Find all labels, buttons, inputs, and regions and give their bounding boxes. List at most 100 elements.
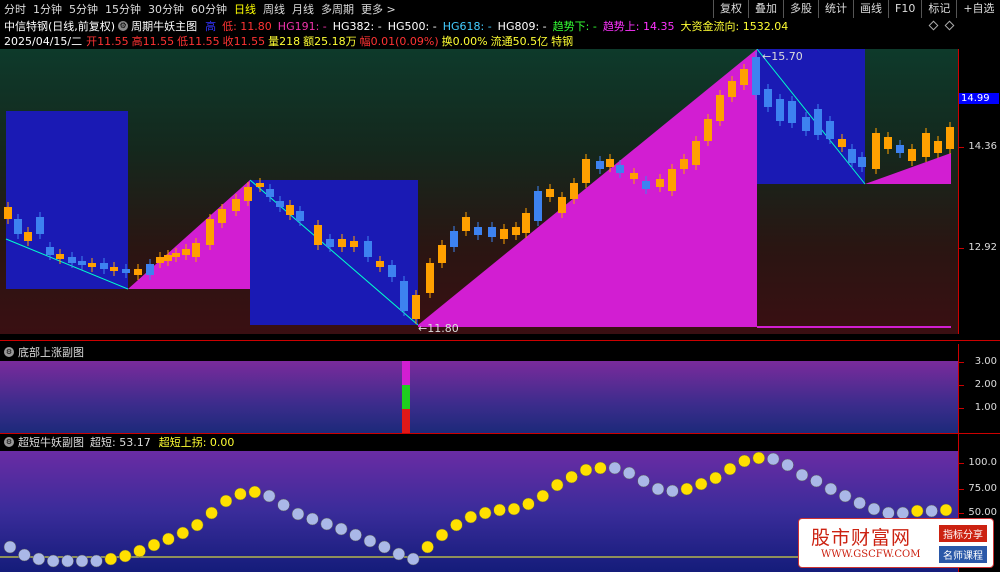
settings-icon[interactable]: ⚙ <box>4 437 14 447</box>
candle <box>596 161 604 169</box>
candle <box>642 181 650 189</box>
smiley-icon <box>18 548 31 562</box>
watermark-title: 股市财富网 <box>811 527 912 549</box>
candle <box>728 81 736 97</box>
smiley-icon <box>363 534 377 548</box>
trough-label: ←11.80 <box>418 322 459 334</box>
period-tab[interactable]: 分时 <box>4 1 26 17</box>
candle <box>764 89 772 107</box>
period-tab[interactable]: 30分钟 <box>148 1 184 17</box>
smiley-icon <box>536 489 550 503</box>
candle <box>740 69 748 85</box>
right-toolbar: 复权叠加多股统计画线F10标记+自选返回 <box>713 0 1000 18</box>
period-tab[interactable]: 60分钟 <box>191 1 227 17</box>
hg618: HG618: - <box>442 19 492 33</box>
kline-chart[interactable]: ←15.70 ←11.80 <box>0 49 958 334</box>
signal-bar <box>402 409 410 433</box>
smiley-icon <box>133 544 146 558</box>
smiley-icon <box>334 522 348 536</box>
sub2-title[interactable]: 超短牛妖副图 <box>18 434 84 450</box>
smiley-icon <box>464 510 478 524</box>
period-tab[interactable]: 月线 <box>292 1 314 17</box>
smiley-icon <box>738 454 751 468</box>
smiley-icon <box>651 482 665 496</box>
toolbar-button[interactable]: 叠加 <box>748 0 783 18</box>
watermark-tag: 指标分享 <box>939 525 987 542</box>
candle <box>68 257 76 263</box>
settings-icon[interactable]: ⚙ <box>118 21 129 31</box>
toolbar-button[interactable]: F10 <box>888 0 921 18</box>
smiley-icon <box>853 496 866 510</box>
candle <box>922 133 930 157</box>
candle <box>474 227 482 235</box>
quote-name: 特钢 <box>551 35 574 48</box>
watermark-url: WWW.GSCFW.COM <box>821 549 921 560</box>
smiley-icon <box>262 489 276 503</box>
smiley-icon <box>162 532 175 546</box>
candle <box>256 183 264 187</box>
period-tab[interactable]: 15分钟 <box>105 1 141 17</box>
trend-up: 趋势上: 14.35 <box>602 20 675 33</box>
smiley-icon <box>666 484 679 498</box>
quote-turnover: 换0.00% <box>441 35 488 48</box>
candle <box>848 149 856 163</box>
candle <box>752 57 760 95</box>
candle <box>534 191 542 221</box>
smiley-icon <box>3 540 17 554</box>
toolbar-button[interactable]: 统计 <box>818 0 853 18</box>
candle <box>668 169 676 191</box>
axis-label: 3.00 <box>974 356 997 367</box>
sub2-short: 超短: 53.17 <box>90 436 151 449</box>
settings-icon[interactable]: ⚙ <box>4 347 14 357</box>
candle <box>776 99 784 121</box>
period-tab[interactable]: 日线 <box>234 1 256 17</box>
toolbar-button[interactable]: 复权 <box>713 0 748 18</box>
smiley-icon <box>147 538 161 552</box>
period-tab[interactable]: 多周期 <box>321 1 354 17</box>
axis-label: 100.0 <box>968 457 997 468</box>
candle <box>172 253 180 257</box>
smiley-icon <box>90 554 103 568</box>
hg500: HG500: - <box>387 19 437 33</box>
toolbar-button[interactable]: +自选 <box>956 0 1000 18</box>
candle <box>814 109 822 135</box>
candle <box>630 173 638 179</box>
trend-down: 趋势下: - <box>552 20 597 33</box>
candle <box>276 201 284 207</box>
period-tab[interactable]: 周线 <box>263 1 285 17</box>
main-kline-pane[interactable]: ←15.70 ←11.80 <box>0 49 958 334</box>
hg809: HG809: - <box>497 19 547 33</box>
period-tab[interactable]: 1分钟 <box>33 1 62 17</box>
quote-float: 流通50.5亿 <box>490 35 549 48</box>
candle <box>182 249 190 255</box>
indicator-name[interactable]: 周期牛妖主图 <box>131 18 197 34</box>
smiley-icon <box>522 497 535 511</box>
smiley-icon <box>507 502 521 516</box>
toolbar-button[interactable]: 标记 <box>921 0 956 18</box>
smiley-icon <box>709 471 722 485</box>
candle <box>616 165 624 173</box>
sub1-pane[interactable] <box>0 361 958 433</box>
axis-label: 1.00 <box>974 402 997 413</box>
sub1-axis: 3.00 2.00 1.00 <box>958 344 1000 433</box>
toolbar-button[interactable]: 画线 <box>853 0 888 18</box>
pane-divider[interactable] <box>0 340 1000 341</box>
period-tab[interactable]: 5分钟 <box>69 1 98 17</box>
candle <box>56 254 64 259</box>
candle <box>100 263 108 269</box>
smiley-icon <box>118 549 132 563</box>
candle <box>412 295 420 319</box>
candle <box>110 267 118 271</box>
box-region <box>6 111 128 289</box>
rise-region <box>418 49 757 327</box>
toolbar-button[interactable]: 多股 <box>783 0 818 18</box>
quote-change: 幅0.01(0.09%) <box>359 35 439 48</box>
sub1-title[interactable]: 底部上涨副图 <box>18 344 84 360</box>
axis-tick <box>959 147 964 148</box>
period-tab[interactable]: 更多 > <box>361 1 396 17</box>
candle <box>522 213 530 233</box>
period-tabs: 分时 1分钟 5分钟 15分钟 30分钟 60分钟 日线 周线 月线 多周期 更多 > <box>0 1 403 17</box>
quote-bar: 2025/04/15/二 开11.55 高11.55 低11.55 收11.55… <box>0 34 1000 48</box>
peak-label: ←15.70 <box>762 50 803 63</box>
candle <box>326 239 334 247</box>
